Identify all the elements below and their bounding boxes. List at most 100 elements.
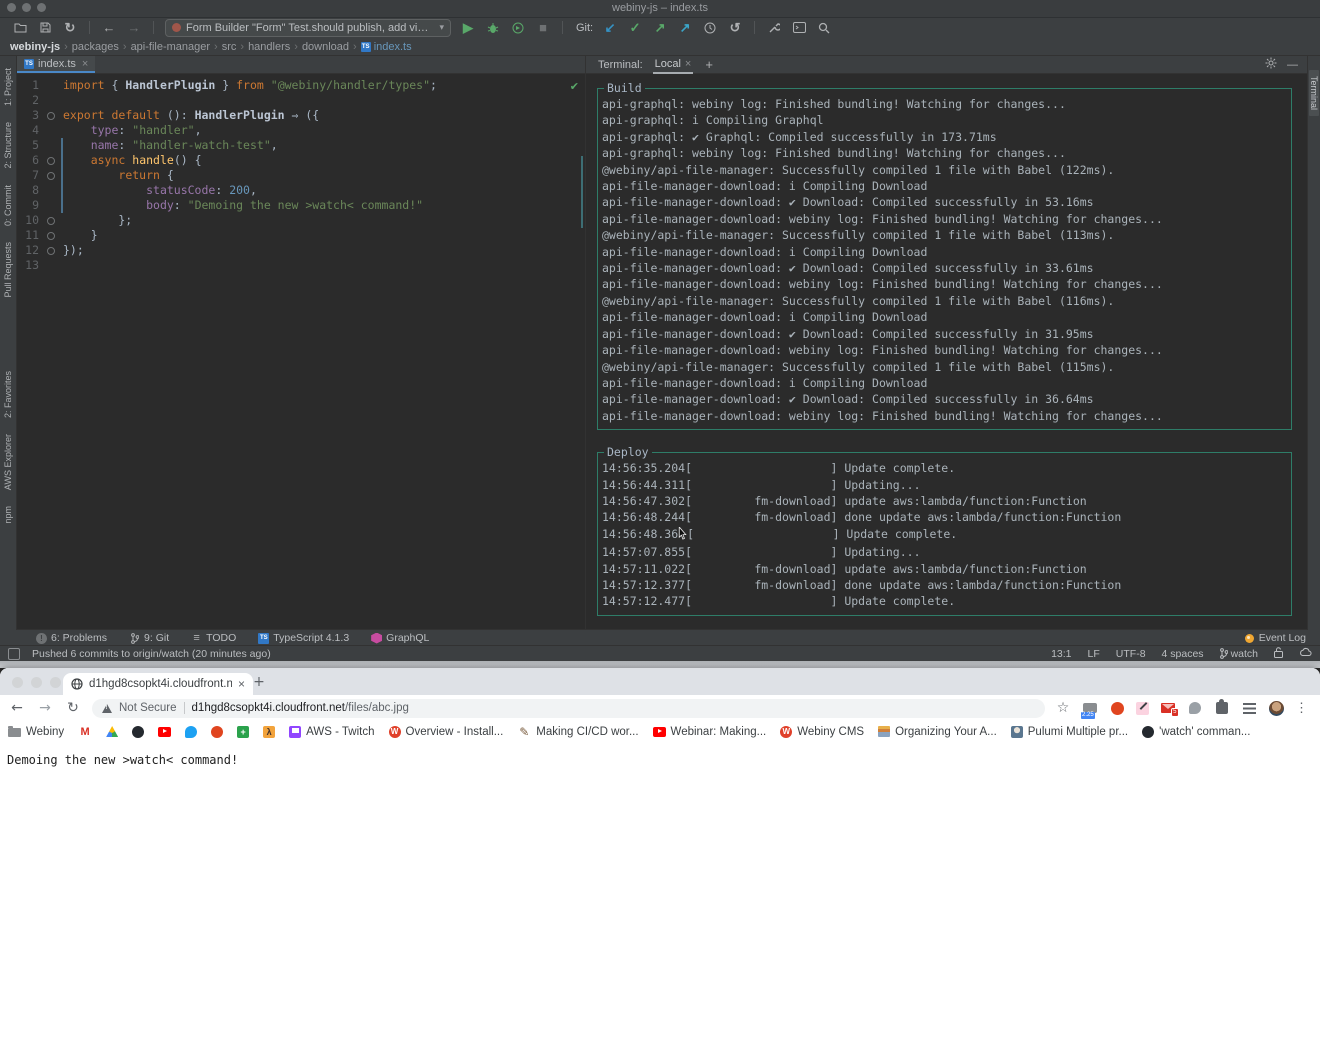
code-editor[interactable]: 1import { HandlerPlugin } from "@webiny/… xyxy=(17,74,585,630)
bookmark-item[interactable] xyxy=(158,727,171,737)
adblock-extension-icon[interactable] xyxy=(1109,700,1125,716)
close-tab-icon[interactable]: × xyxy=(685,58,691,70)
stop-button[interactable]: ■ xyxy=(535,21,551,35)
tool-stripe-pull-requests[interactable]: Pull Requests xyxy=(3,242,13,298)
cloud-settings-icon[interactable] xyxy=(1299,647,1312,660)
git-commit-icon[interactable]: ✓ xyxy=(627,21,643,35)
breadcrumb-item[interactable]: handlers xyxy=(246,41,292,53)
git-push-icon[interactable]: ↗ xyxy=(652,21,668,35)
toolwindow-typescript-4-1-3[interactable]: TSTypeScript 4.1.3 xyxy=(258,632,349,644)
fold-marker-icon[interactable] xyxy=(47,232,55,240)
bookmark-item[interactable]: 'watch' comman... xyxy=(1142,726,1250,738)
status-widget-utf-8[interactable]: UTF-8 xyxy=(1116,648,1146,660)
breadcrumb-item[interactable]: download xyxy=(300,41,351,53)
fold-marker-icon[interactable] xyxy=(47,112,55,120)
color-picker-extension-icon[interactable] xyxy=(1136,702,1149,715)
status-widget-13-1[interactable]: 13:1 xyxy=(1051,648,1071,660)
sync-icon[interactable]: ↻ xyxy=(62,21,78,35)
wrench-icon[interactable] xyxy=(766,21,782,35)
breadcrumb-item[interactable]: webiny-js xyxy=(8,41,62,53)
bookmark-item[interactable]: λ xyxy=(263,726,275,738)
terminal-tab-local[interactable]: Local × xyxy=(653,55,694,74)
bookmark-item[interactable]: Pulumi Multiple pr... xyxy=(1011,726,1128,738)
bookmark-item[interactable] xyxy=(106,726,118,737)
fold-marker-icon[interactable] xyxy=(47,172,55,180)
bookmark-star-icon[interactable]: ☆ xyxy=(1055,700,1071,716)
aws-cost-extension-icon[interactable]: 2.25 xyxy=(1082,700,1098,716)
ide-titlebar[interactable]: webiny-js – index.ts xyxy=(0,0,1320,18)
editor-tab-index-ts[interactable]: TS index.ts × xyxy=(17,56,95,73)
bookmark-item[interactable] xyxy=(211,726,223,738)
browser-menu-icon[interactable]: ⋮ xyxy=(1295,700,1308,716)
new-tab-button[interactable]: + xyxy=(250,674,268,690)
address-bar[interactable]: Not Secure d1hgd8csopkt4i.cloudfront.net… xyxy=(92,699,1045,718)
event-log-button[interactable]: Event Log xyxy=(1245,632,1320,644)
run-configuration-select[interactable]: Form Builder "Form" Test.should publish,… xyxy=(165,19,451,37)
back-icon[interactable]: ← xyxy=(8,700,26,716)
history-icon[interactable] xyxy=(702,21,718,35)
bookmark-item[interactable]: Organizing Your A... xyxy=(878,726,997,738)
breadcrumb-item[interactable]: packages xyxy=(70,41,121,53)
tool-stripe-terminal[interactable]: Terminal xyxy=(1309,70,1319,116)
extensions-puzzle-icon[interactable] xyxy=(1214,700,1230,716)
git-fetch-icon[interactable]: ↗ xyxy=(677,21,693,35)
new-terminal-session-button[interactable]: + xyxy=(705,57,713,72)
terminal-window-icon[interactable] xyxy=(791,21,807,35)
forward-icon[interactable]: → xyxy=(126,21,142,35)
tool-stripe-2-favorites[interactable]: 2: Favorites xyxy=(3,371,13,418)
misc-extension-icon[interactable] xyxy=(1187,700,1203,716)
fold-marker-icon[interactable] xyxy=(47,157,55,165)
toolwindow-6-problems[interactable]: !6: Problems xyxy=(36,632,107,644)
git-update-icon[interactable]: ↙ xyxy=(602,21,618,35)
hide-panel-icon[interactable]: — xyxy=(1287,59,1298,71)
save-all-icon[interactable] xyxy=(37,21,53,35)
bookmark-item[interactable]: WWebiny CMS xyxy=(780,726,864,738)
close-tab-icon[interactable]: × xyxy=(238,677,245,691)
tool-stripe-0-commit[interactable]: 0: Commit xyxy=(3,185,13,226)
breadcrumb-item[interactable]: TSindex.ts xyxy=(359,41,414,53)
settings-gear-icon[interactable] xyxy=(1265,57,1277,72)
not-secure-warning-icon[interactable] xyxy=(102,704,112,713)
close-tab-icon[interactable]: × xyxy=(82,58,88,70)
close-window-button[interactable] xyxy=(12,677,23,688)
toolwindow-switcher-icon[interactable] xyxy=(8,648,20,660)
tool-stripe-aws-explorer[interactable]: AWS Explorer xyxy=(3,434,13,490)
back-icon[interactable]: ← xyxy=(101,21,117,35)
profile-avatar[interactable] xyxy=(1268,700,1284,716)
lock-icon[interactable] xyxy=(1274,647,1283,661)
status-widget-lf[interactable]: LF xyxy=(1088,648,1100,660)
debug-button[interactable] xyxy=(485,21,501,35)
open-folder-icon[interactable] xyxy=(12,21,28,35)
security-chip[interactable]: Not Secure xyxy=(119,702,177,714)
status-widget-4-spaces[interactable]: 4 spaces xyxy=(1162,648,1204,660)
browser-tab[interactable]: d1hgd8csopkt4i.cloudfront.ne × xyxy=(63,673,253,695)
search-everywhere-icon[interactable] xyxy=(816,21,832,35)
run-button[interactable]: ▶ xyxy=(460,21,476,35)
bookmark-item[interactable] xyxy=(132,726,144,738)
toolwindow-todo[interactable]: ≡TODO xyxy=(191,632,236,644)
forward-icon[interactable]: → xyxy=(36,700,54,716)
maximize-window-button[interactable] xyxy=(50,677,61,688)
minimize-window-button[interactable] xyxy=(31,677,42,688)
bookmark-item[interactable]: M xyxy=(78,725,92,739)
bookmark-item[interactable]: WOverview - Install... xyxy=(389,726,504,738)
fold-marker-icon[interactable] xyxy=(47,247,55,255)
mail-extension-icon[interactable]: 5 xyxy=(1160,700,1176,716)
rollback-icon[interactable]: ↺ xyxy=(727,21,743,35)
tool-stripe-npm[interactable]: npm xyxy=(3,506,13,524)
toolwindow-graphql[interactable]: GraphQL xyxy=(371,632,429,644)
bookmark-item[interactable]: Webinar: Making... xyxy=(653,726,767,738)
run-with-coverage-button[interactable] xyxy=(510,21,526,35)
url-text[interactable]: d1hgd8csopkt4i.cloudfront.net/files/abc.… xyxy=(192,702,409,714)
bookmark-item[interactable] xyxy=(185,726,197,738)
playlist-extension-icon[interactable] xyxy=(1241,700,1257,716)
tool-stripe-1-project[interactable]: 1: Project xyxy=(3,68,13,106)
bookmark-item[interactable]: + xyxy=(237,726,249,738)
git-branch-widget[interactable]: watch xyxy=(1220,648,1258,660)
toolwindow-9-git[interactable]: 9: Git xyxy=(129,632,169,644)
bookmark-item[interactable]: AWS - Twitch xyxy=(289,726,374,738)
terminal-output[interactable]: Build api-graphql: webiny log: Finished … xyxy=(586,74,1308,630)
fold-marker-icon[interactable] xyxy=(47,217,55,225)
bookmark-item[interactable]: Webiny xyxy=(8,726,64,738)
breadcrumb-item[interactable]: src xyxy=(220,41,239,53)
